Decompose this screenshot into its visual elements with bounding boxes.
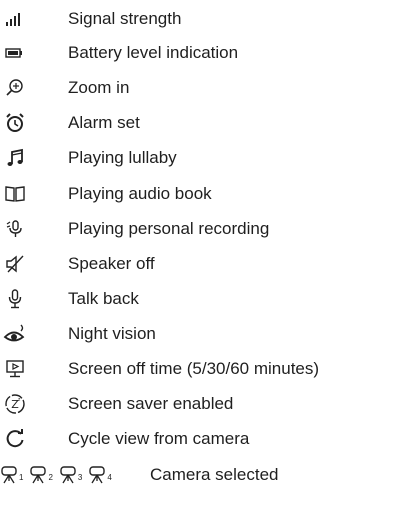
legend-row-battery: Battery level indication xyxy=(0,38,413,68)
legend-row-speaker-off: Speaker off xyxy=(0,249,413,279)
screen-saver-icon: Z z xyxy=(2,389,28,419)
svg-text:z: z xyxy=(18,397,21,403)
open-book-icon xyxy=(2,179,28,209)
legend-label: Cycle view from camera xyxy=(68,429,250,448)
legend-row-personal-recording: Playing personal recording xyxy=(0,214,413,244)
legend-row-alarm: Alarm set xyxy=(0,108,413,138)
legend-row-audio-book: Playing audio book xyxy=(0,179,413,209)
camera-1-icon: 1 xyxy=(0,465,23,485)
zoom-in-icon xyxy=(2,73,28,103)
legend-label: Screen off time (5/30/60 minutes) xyxy=(68,359,320,378)
legend-row-signal-strength: Signal strength xyxy=(0,4,413,34)
legend-label: Signal strength xyxy=(68,9,182,28)
legend-row-zoom-in: Zoom in xyxy=(0,73,413,103)
camera-2-icon: 2 xyxy=(29,465,53,485)
alarm-clock-icon xyxy=(2,108,28,138)
camera-number: 3 xyxy=(77,473,83,482)
legend-label: Zoom in xyxy=(68,78,130,97)
camera-select-icons: 1 2 3 4 xyxy=(0,460,112,490)
microphone-icon xyxy=(2,284,28,314)
camera-number: 4 xyxy=(107,473,112,482)
camera-4-icon: 4 xyxy=(88,465,112,485)
legend-label: Camera selected xyxy=(150,465,279,484)
cycle-view-icon xyxy=(2,424,28,454)
legend-row-screen-off: Screen off time (5/30/60 minutes) xyxy=(0,354,413,384)
battery-icon xyxy=(2,38,28,68)
legend-row-screen-saver: Z z Screen saver enabled xyxy=(0,389,413,419)
legend-row-night-vision: Night vision xyxy=(0,319,413,349)
legend-label: Alarm set xyxy=(68,113,140,132)
signal-strength-icon xyxy=(2,4,28,34)
microphone-recording-icon xyxy=(2,214,28,244)
legend-row-camera-selected: 1 2 3 4 Camera selected xyxy=(0,460,413,490)
camera-number: 1 xyxy=(19,473,24,482)
legend-label: Speaker off xyxy=(68,254,155,273)
music-note-icon xyxy=(2,143,28,173)
legend-row-cycle-view: Cycle view from camera xyxy=(0,424,413,454)
camera-3-icon: 3 xyxy=(59,465,82,485)
legend-label: Talk back xyxy=(68,289,139,308)
camera-number: 2 xyxy=(48,473,53,482)
night-vision-eye-icon xyxy=(2,319,28,349)
screen-off-timer-icon xyxy=(2,354,28,384)
legend-label: Battery level indication xyxy=(68,43,239,62)
legend-label: Playing lullaby xyxy=(68,148,177,167)
speaker-off-icon xyxy=(2,249,28,279)
legend-row-talk-back: Talk back xyxy=(0,284,413,314)
legend-label: Screen saver enabled xyxy=(68,394,234,413)
legend-label: Night vision xyxy=(68,324,156,343)
legend-label: Playing audio book xyxy=(68,184,212,203)
legend-row-lullaby: Playing lullaby xyxy=(0,143,413,173)
legend-label: Playing personal recording xyxy=(68,219,270,238)
